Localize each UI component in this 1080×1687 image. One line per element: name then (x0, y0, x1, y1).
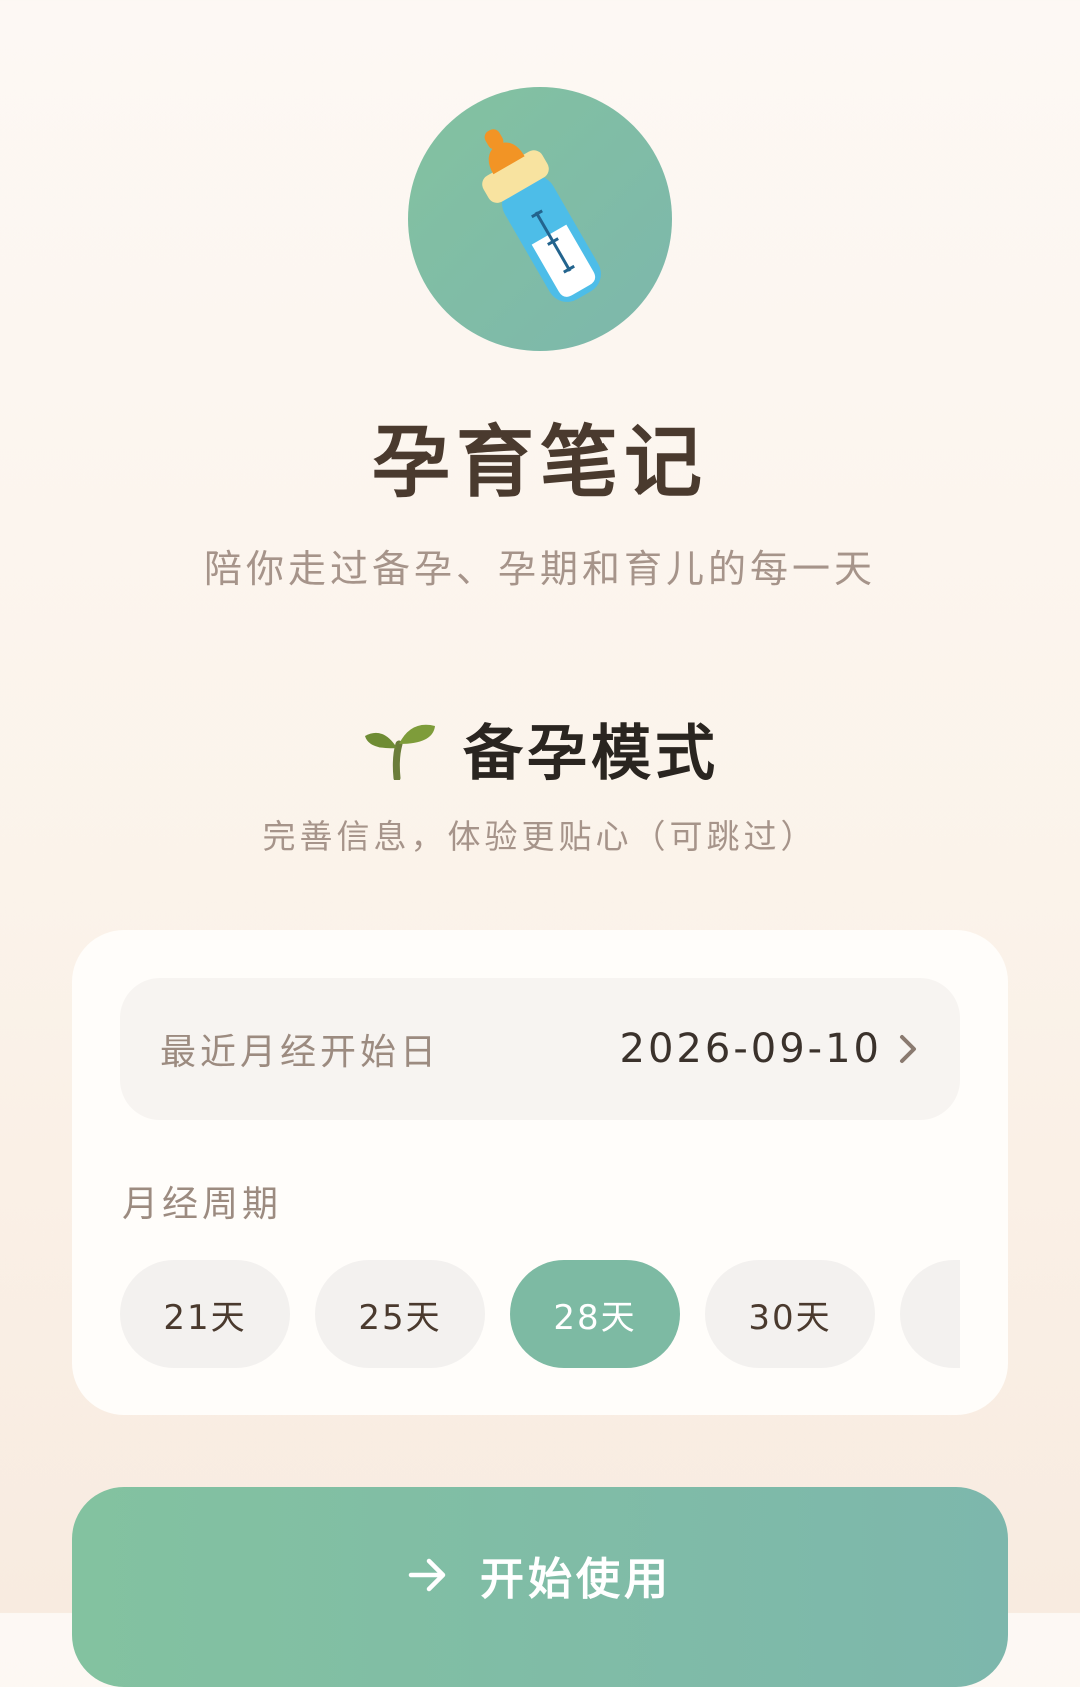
cycle-options-scroll[interactable]: 21天 25天 28天 30天 3 (120, 1260, 960, 1368)
mode-header: 备孕模式 (0, 705, 1080, 792)
baby-bottle-icon (482, 129, 601, 302)
info-card: 最近月经开始日 2026-09-10 月经周期 21天 25天 28天 30天 … (72, 930, 1008, 1415)
cycle-label: 月经周期 (122, 1184, 283, 1225)
last-period-label: 最近月经开始日 (160, 1032, 441, 1073)
cycle-options: 21天 25天 28天 30天 3 (120, 1260, 960, 1368)
seedling-icon (365, 724, 435, 780)
cycle-option-partial[interactable]: 3 (900, 1260, 960, 1368)
last-period-value: 2026-09-10 (619, 1026, 882, 1072)
mode-subtitle: 完善信息，体验更贴心（可跳过） (262, 817, 818, 856)
app-logo (408, 87, 672, 351)
cycle-option-30[interactable]: 30天 (705, 1260, 875, 1368)
last-period-value-group: 2026-09-10 (620, 1026, 918, 1072)
start-button-content: 开始使用 (408, 1543, 672, 1607)
start-button-label: 开始使用 (480, 1554, 672, 1605)
mode-title: 备孕模式 (463, 719, 719, 789)
start-button[interactable]: 开始使用 (72, 1487, 1008, 1687)
cycle-option-28-selected[interactable]: 28天 (510, 1260, 680, 1368)
last-period-picker[interactable]: 最近月经开始日 2026-09-10 (120, 978, 960, 1120)
app-title: 孕育笔记 (371, 418, 708, 508)
chevron-right-icon (900, 1035, 916, 1063)
cycle-option-25[interactable]: 25天 (315, 1260, 485, 1368)
app-subtitle: 陪你走过备孕、孕期和育儿的每一天 (203, 547, 876, 591)
cycle-option-21[interactable]: 21天 (120, 1260, 290, 1368)
arrow-right-icon (408, 1558, 446, 1592)
